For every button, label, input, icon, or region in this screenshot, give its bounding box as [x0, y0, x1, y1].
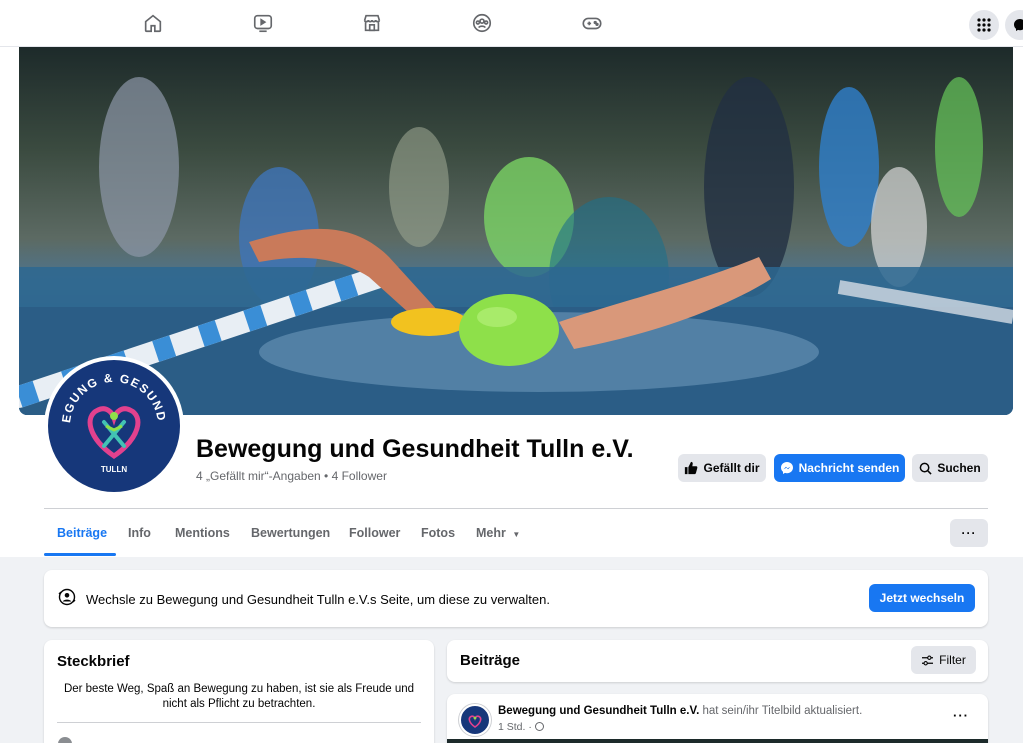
intro-divider — [57, 722, 421, 723]
page-stats[interactable]: 4 „Gefällt mir“-Angaben • 4 Follower — [196, 469, 387, 483]
messenger-icon — [780, 462, 793, 474]
header-divider — [44, 508, 988, 509]
tab-photos[interactable]: Fotos — [421, 526, 455, 540]
post-author-avatar[interactable] — [459, 704, 491, 736]
active-tab-indicator — [44, 553, 116, 556]
post-card — [447, 694, 988, 743]
logo-city-text: TULLN — [101, 465, 127, 474]
thumbs-up-icon — [685, 461, 698, 475]
switch-profile-text: Wechsle zu Bewegung und Gesundheit Tulln… — [86, 592, 550, 607]
cover-photo[interactable] — [19, 47, 1013, 415]
profile-picture[interactable]: BEWEGUNG & GESUNDHEIT TULLN — [44, 356, 184, 496]
like-button-label: Gefällt dir — [703, 461, 760, 475]
chevron-down-icon: ▼ — [512, 530, 521, 539]
filter-icon — [922, 655, 934, 665]
marketplace-icon[interactable] — [361, 12, 383, 34]
globe-icon — [534, 722, 544, 731]
top-navigation — [0, 0, 1023, 47]
messenger-button[interactable] — [1005, 10, 1023, 40]
cover-illustration — [19, 77, 1013, 415]
post-action: hat sein/ihr Titelbild aktualisiert. — [702, 705, 863, 717]
groups-icon[interactable] — [471, 12, 493, 34]
switch-profile-icon — [58, 588, 76, 606]
tab-followers[interactable]: Follower — [349, 526, 400, 540]
menu-grid-button[interactable] — [969, 10, 999, 40]
post-author-name[interactable]: Bewegung und Gesundheit Tulln e.V. — [498, 705, 699, 717]
filter-button[interactable]: Filter — [911, 646, 976, 674]
post-time[interactable]: 1 Std. · — [498, 721, 544, 733]
filter-label: Filter — [939, 653, 966, 667]
post-header: Bewegung und Gesundheit Tulln e.V. hat s… — [498, 705, 862, 717]
tab-mentions[interactable]: Mentions — [175, 526, 230, 540]
intro-bio: Der beste Weg, Spaß an Bewegung zu haben… — [63, 683, 415, 710]
posts-header-card — [447, 640, 988, 682]
messenger-icon — [1014, 19, 1023, 31]
post-image[interactable] — [447, 739, 988, 743]
send-message-button[interactable]: Nachricht senden — [774, 454, 905, 482]
watch-icon[interactable] — [252, 12, 274, 34]
tab-posts[interactable]: Beiträge — [57, 526, 107, 540]
grid-icon — [977, 18, 991, 32]
post-menu-button[interactable]: ··· — [953, 708, 969, 723]
switch-now-button[interactable]: Jetzt wechseln — [869, 584, 975, 612]
search-icon — [919, 462, 932, 475]
intro-title: Steckbrief — [57, 653, 130, 670]
tab-info[interactable]: Info — [128, 526, 151, 540]
page-title: Bewegung und Gesundheit Tulln e.V. — [196, 435, 634, 463]
tab-reviews[interactable]: Bewertungen — [251, 526, 330, 540]
gaming-icon[interactable] — [581, 12, 603, 34]
home-icon[interactable] — [142, 12, 164, 34]
logo-emblem: BEWEGUNG & GESUNDHEIT TULLN — [48, 360, 167, 474]
search-button[interactable]: Suchen — [912, 454, 988, 482]
more-options-button[interactable]: ··· — [950, 519, 988, 547]
like-button[interactable]: Gefällt dir — [678, 454, 766, 482]
logo: BEWEGUNG & GESUNDHEIT TULLN — [48, 360, 180, 492]
post-time-label: 1 Std. · — [498, 721, 532, 733]
tab-more-label: Mehr — [476, 526, 506, 540]
tab-more[interactable]: Mehr ▼ — [476, 526, 520, 540]
search-button-label: Suchen — [937, 461, 981, 475]
send-message-label: Nachricht senden — [798, 461, 900, 475]
posts-title: Beiträge — [460, 652, 521, 669]
